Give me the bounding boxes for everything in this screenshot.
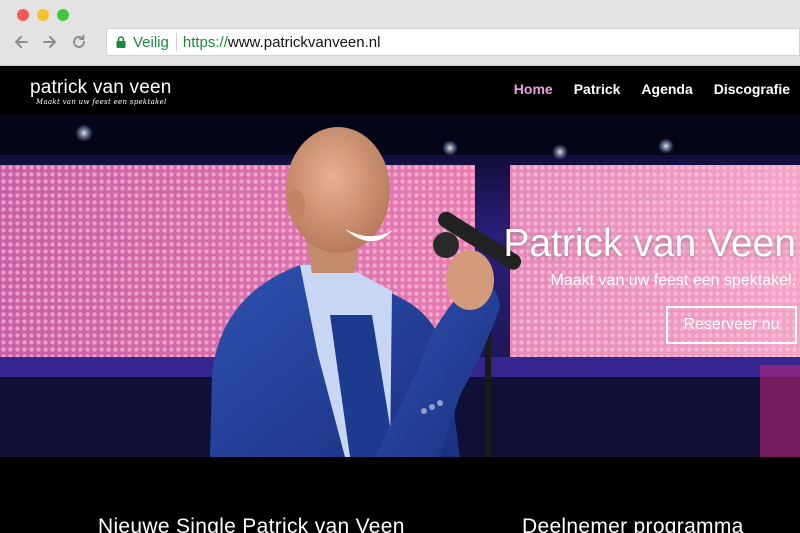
reload-icon[interactable] bbox=[70, 33, 88, 51]
hero-subtitle: Maakt van uw feest een spektakel. bbox=[550, 272, 796, 289]
site-logo[interactable]: patrick van veen Maakt van uw feest een … bbox=[30, 78, 190, 108]
content-section: Nieuwe Single Patrick van Veen Deelnemer… bbox=[0, 457, 800, 533]
site-header: patrick van veen Maakt van uw feest een … bbox=[0, 67, 800, 115]
back-arrow-icon[interactable] bbox=[12, 33, 30, 51]
section-title-single: Nieuwe Single Patrick van Veen bbox=[98, 515, 405, 533]
browser-nav-buttons bbox=[12, 33, 88, 51]
nav-item-patrick[interactable]: Patrick bbox=[574, 81, 621, 97]
secure-label: Veilig bbox=[133, 33, 169, 51]
address-bar[interactable]: Veilig https:// www.patrickvanveen.nl bbox=[106, 28, 800, 56]
section-title-programma: Deelnemer programma bbox=[522, 515, 744, 533]
window-controls bbox=[17, 9, 69, 21]
nav-item-home[interactable]: Home bbox=[514, 81, 553, 97]
logo-tagline: Maakt van uw feest een spektakel bbox=[36, 98, 167, 106]
close-window-button[interactable] bbox=[17, 9, 29, 21]
hero-banner: Patrick van Veen Maakt van uw feest een … bbox=[0, 115, 800, 457]
reserveer-button[interactable]: Reserveer nu bbox=[666, 306, 797, 344]
lock-icon bbox=[116, 36, 126, 48]
nav-item-agenda[interactable]: Agenda bbox=[641, 81, 692, 97]
forward-arrow-icon[interactable] bbox=[41, 33, 59, 51]
url-host: www.patrickvanveen.nl bbox=[227, 33, 381, 51]
url-scheme: https:// bbox=[182, 33, 228, 51]
browser-chrome: Veilig https:// www.patrickvanveen.nl bbox=[0, 0, 800, 66]
nav-item-discografie[interactable]: Discografie bbox=[714, 81, 790, 97]
main-nav: Home Patrick Agenda Discografie bbox=[514, 81, 790, 97]
logo-name: patrick van veen bbox=[30, 77, 172, 98]
hero-title: Patrick van Veen bbox=[503, 222, 796, 265]
address-separator bbox=[175, 33, 177, 51]
maximize-window-button[interactable] bbox=[57, 9, 69, 21]
minimize-window-button[interactable] bbox=[37, 9, 49, 21]
